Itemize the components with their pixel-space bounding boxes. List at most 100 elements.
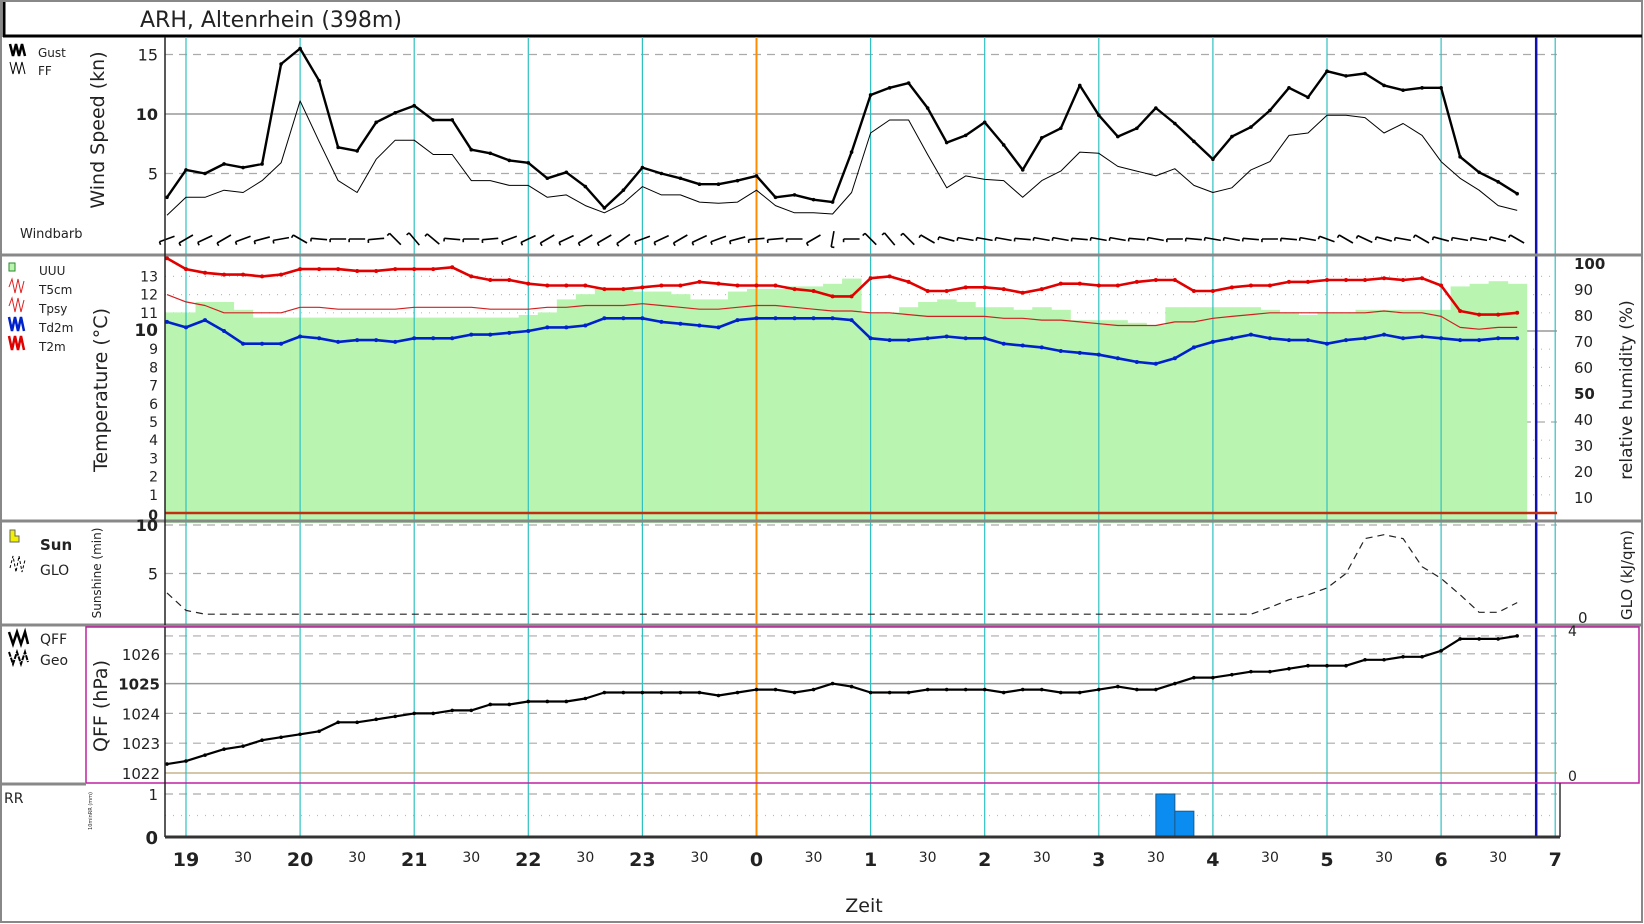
uuu-bar: [994, 307, 1014, 523]
td2m-legend-label: Td2m: [38, 321, 73, 335]
uuu-bar: [1146, 325, 1166, 523]
td2m-line-point: [1267, 336, 1272, 341]
windbarb-tick: [1051, 237, 1054, 241]
t2m-line-point: [184, 267, 188, 272]
uuu-bar: [195, 302, 216, 523]
gust-line-point: [678, 176, 683, 181]
uuu-bar: [252, 317, 273, 523]
uuu-bar: [271, 317, 292, 523]
windbarb-legend-label: Windbarb: [20, 227, 83, 242]
gust-line-point: [1192, 139, 1196, 144]
t2m-line-point: [1515, 310, 1520, 315]
t2m-line-point: [279, 272, 284, 277]
td2m-line-point: [374, 338, 379, 343]
uuu-bar: [366, 317, 387, 523]
gust-line-point: [811, 197, 816, 202]
x-tick-label: 23: [629, 849, 655, 871]
t2m-line-point: [773, 283, 778, 288]
qff-line-point: [431, 711, 436, 716]
gust-line-point: [1477, 170, 1481, 175]
qff-line-point: [1306, 663, 1310, 668]
gust-line-point: [545, 176, 550, 181]
rr-ytick: 0: [145, 828, 158, 849]
td2m-line-point: [583, 323, 588, 328]
x-tick-label: 30: [462, 850, 480, 866]
td2m-line-point: [203, 318, 208, 323]
t2m-line-point: [963, 285, 968, 290]
qff-line-point: [279, 735, 283, 740]
qff-line-point: [1077, 690, 1082, 695]
glo-legend-label: GLO: [40, 563, 69, 579]
td2m-line-point: [621, 316, 626, 321]
gust-line-point: [1306, 95, 1310, 100]
td2m-line-point: [1363, 336, 1368, 341]
gust-line-point: [1077, 83, 1082, 88]
t2m-line-point: [412, 267, 417, 272]
t2m-line-point: [1096, 283, 1101, 288]
t2m-line-point: [849, 294, 854, 299]
td2m-line-point: [336, 339, 341, 344]
uuu-bar: [1013, 309, 1033, 523]
t2m-line-point: [1363, 278, 1368, 283]
uuu-bar: [708, 299, 729, 523]
t2m-line-point: [1115, 283, 1120, 288]
rh-ytick: 30: [1574, 437, 1593, 455]
qff-ytick: 1023: [122, 735, 160, 753]
qff-line-point: [526, 699, 531, 704]
uuu-bar: [594, 289, 615, 523]
windbarb-tick: [501, 241, 504, 246]
t2m-line-point: [564, 283, 569, 288]
uuu-bar: [1051, 309, 1071, 523]
gust-line-point: [412, 103, 417, 108]
rr-bar: [1174, 810, 1195, 838]
td2m-line-point: [1286, 338, 1291, 343]
windbarb-tick: [253, 240, 256, 245]
td2m-line-point: [1039, 345, 1044, 350]
rh-ytick: 10: [1574, 489, 1593, 507]
t2m-line-point: [982, 285, 987, 290]
td2m-line-point: [773, 316, 778, 321]
gust-line-point: [355, 149, 359, 153]
qff-line-point: [849, 684, 854, 689]
t2m-line-point: [241, 272, 246, 277]
gust-line-point: [1325, 69, 1329, 73]
x-tick-label: 5: [1320, 849, 1333, 871]
windbarb-tick: [1317, 235, 1321, 240]
gust-line-point: [906, 81, 911, 85]
qff-line-point: [1401, 654, 1405, 659]
qff-line-point: [1192, 675, 1196, 680]
windbarb-tick: [1032, 237, 1035, 241]
td2m-line-point: [1382, 332, 1387, 337]
td2m-line-point: [1305, 338, 1310, 343]
wind-ytick: 15: [138, 46, 158, 65]
td2m-line-point: [298, 334, 303, 339]
windbarb-tick: [1450, 237, 1454, 241]
t2m-line-point: [488, 278, 493, 283]
td2m-line-point: [1420, 334, 1425, 339]
gust-line-point: [1363, 71, 1367, 76]
td2m-line-point: [1401, 336, 1406, 341]
td2m-line-point: [1439, 336, 1444, 341]
gust-line-point: [241, 165, 245, 170]
gust-line-point: [298, 46, 302, 51]
windbarb-tick: [1431, 236, 1435, 241]
td2m-line-point: [450, 336, 455, 341]
td2m-line-point: [545, 325, 550, 330]
windbarb-tick: [272, 240, 275, 244]
windbarb-tick: [1108, 237, 1111, 241]
uuu-bar: [385, 317, 406, 523]
qff-line-point: [678, 690, 683, 695]
t2m-line-point: [526, 281, 531, 286]
td2m-line-point: [678, 321, 683, 326]
qff-line-point: [1420, 654, 1424, 659]
td2m-line-point: [1210, 339, 1215, 344]
t2m-line-point: [1458, 308, 1463, 313]
windbarb-tick: [956, 237, 959, 241]
uuu-bar: [1260, 309, 1280, 523]
qff-line-point: [963, 687, 968, 692]
uuu-bar: [1469, 283, 1490, 523]
uuu-bar: [1127, 322, 1147, 523]
x-tick-label: 22: [515, 849, 541, 871]
td2m-line-point: [1191, 345, 1196, 350]
uuu-bar: [165, 312, 177, 523]
